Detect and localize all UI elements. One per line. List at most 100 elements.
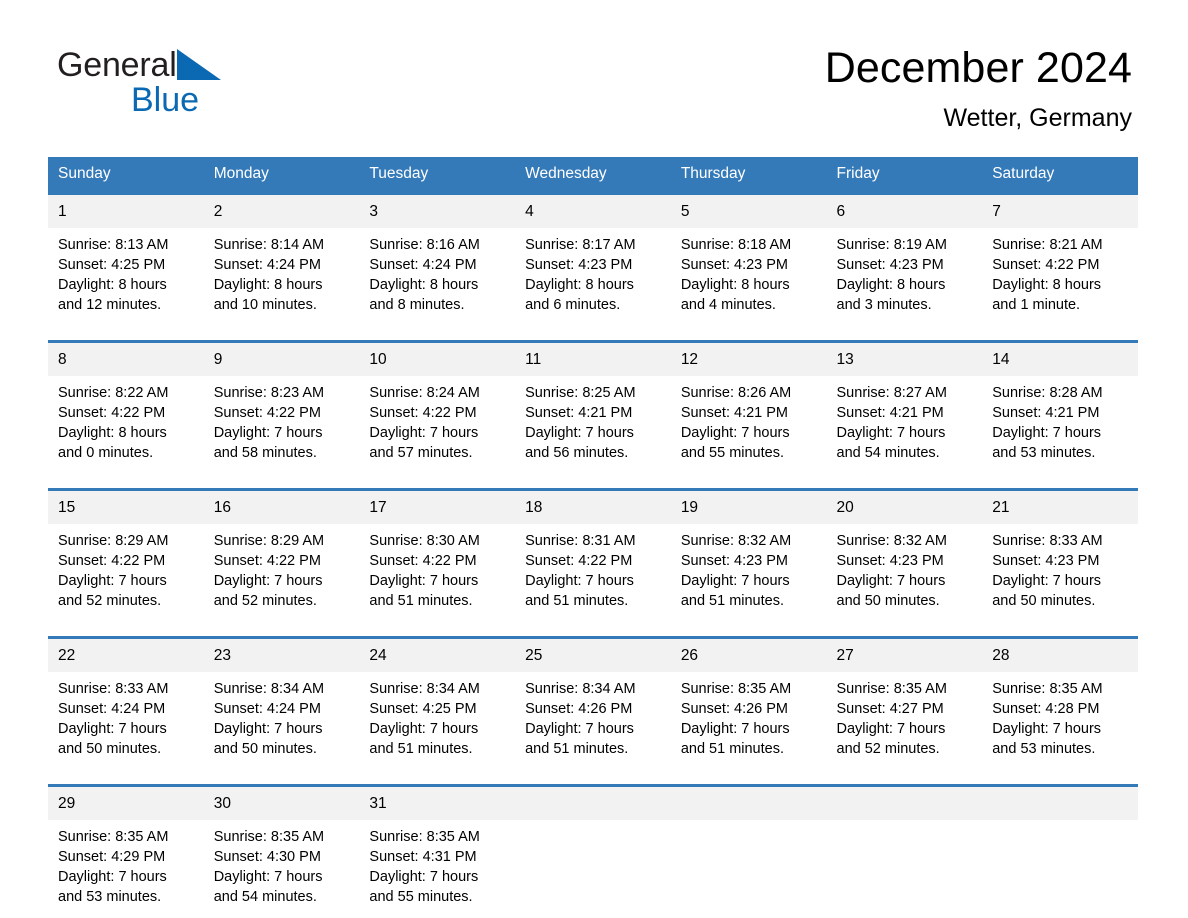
sunrise-text: Sunrise: 8:16 AM [369, 237, 480, 253]
weekday-header-wednesday: Wednesday [515, 157, 671, 194]
day-cell-empty [982, 784, 1138, 913]
day-cell[interactable]: 14 Sunrise: 8:28 AM Sunset: 4:21 PM Dayl… [982, 340, 1138, 469]
day-number: 11 [515, 343, 671, 376]
daylight-line2: and 56 minutes. [525, 445, 629, 461]
day-number: 18 [515, 491, 671, 524]
sunrise-text: Sunrise: 8:19 AM [836, 237, 947, 253]
day-number: 6 [826, 195, 983, 228]
daylight-line2: and 10 minutes. [213, 297, 317, 313]
day-details: Sunrise: 8:34 AM Sunset: 4:24 PM Dayligh… [204, 672, 360, 765]
day-details: Sunrise: 8:35 AM Sunset: 4:28 PM Dayligh… [982, 672, 1138, 765]
day-cell[interactable]: 9 Sunrise: 8:23 AM Sunset: 4:22 PM Dayli… [203, 340, 360, 469]
day-cell[interactable]: 8 Sunrise: 8:22 AM Sunset: 4:22 PM Dayli… [48, 340, 204, 469]
day-details: Sunrise: 8:34 AM Sunset: 4:26 PM Dayligh… [515, 672, 671, 765]
sunrise-text: Sunrise: 8:29 AM [58, 533, 169, 549]
day-cell[interactable]: 24 Sunrise: 8:34 AM Sunset: 4:25 PM Dayl… [359, 636, 516, 765]
daylight-line1: Daylight: 7 hours [213, 425, 323, 441]
day-cell[interactable]: 30 Sunrise: 8:35 AM Sunset: 4:30 PM Dayl… [203, 784, 360, 913]
day-cell[interactable]: 29 Sunrise: 8:35 AM Sunset: 4:29 PM Dayl… [48, 784, 204, 913]
sunset-text: Sunset: 4:22 PM [213, 553, 321, 569]
day-cell[interactable]: 12 Sunrise: 8:26 AM Sunset: 4:21 PM Dayl… [670, 340, 827, 469]
day-details: Sunrise: 8:14 AM Sunset: 4:24 PM Dayligh… [204, 228, 360, 321]
day-number: 1 [48, 195, 204, 228]
sunrise-text: Sunrise: 8:33 AM [992, 533, 1103, 549]
day-details: Sunrise: 8:21 AM Sunset: 4:22 PM Dayligh… [982, 228, 1138, 321]
sunrise-text: Sunrise: 8:34 AM [369, 681, 480, 697]
daylight-line1: Daylight: 7 hours [992, 425, 1102, 441]
daylight-line2: and 52 minutes. [836, 741, 940, 757]
day-cell[interactable]: 19 Sunrise: 8:32 AM Sunset: 4:23 PM Dayl… [670, 488, 827, 617]
sunset-text: Sunset: 4:25 PM [369, 701, 477, 717]
day-number: 3 [359, 195, 516, 228]
daylight-line1: Daylight: 7 hours [680, 425, 790, 441]
day-cell[interactable]: 4 Sunrise: 8:17 AM Sunset: 4:23 PM Dayli… [515, 192, 671, 321]
daylight-line2: and 8 minutes. [369, 297, 465, 313]
day-cell-empty [515, 784, 671, 913]
daylight-line1: Daylight: 7 hours [213, 721, 323, 737]
weekday-header-thursday: Thursday [670, 157, 827, 194]
sunset-text: Sunset: 4:21 PM [680, 405, 789, 421]
day-cell[interactable]: 27 Sunrise: 8:35 AM Sunset: 4:27 PM Dayl… [826, 636, 983, 765]
day-cell[interactable]: 3 Sunrise: 8:16 AM Sunset: 4:24 PM Dayli… [359, 192, 516, 321]
day-cell[interactable]: 5 Sunrise: 8:18 AM Sunset: 4:23 PM Dayli… [670, 192, 827, 321]
daylight-line2: and 51 minutes. [680, 593, 784, 609]
day-number: 26 [670, 639, 827, 672]
day-cell[interactable]: 17 Sunrise: 8:30 AM Sunset: 4:22 PM Dayl… [359, 488, 516, 617]
day-number: 7 [982, 195, 1138, 228]
sunrise-text: Sunrise: 8:35 AM [836, 681, 947, 697]
day-cell[interactable]: 15 Sunrise: 8:29 AM Sunset: 4:22 PM Dayl… [48, 488, 204, 617]
sunset-text: Sunset: 4:26 PM [525, 701, 633, 717]
day-cell[interactable]: 22 Sunrise: 8:33 AM Sunset: 4:24 PM Dayl… [48, 636, 204, 765]
day-cell[interactable]: 23 Sunrise: 8:34 AM Sunset: 4:24 PM Dayl… [203, 636, 360, 765]
daylight-line2: and 53 minutes. [992, 445, 1096, 461]
sunrise-sunset-calendar-table: Sunday Monday Tuesday Wednesday Thursday… [48, 157, 1138, 913]
page-header: General Blue December 2024 Wetter, Germa… [0, 0, 1188, 132]
day-details: Sunrise: 8:18 AM Sunset: 4:23 PM Dayligh… [671, 228, 827, 321]
day-cell[interactable]: 16 Sunrise: 8:29 AM Sunset: 4:22 PM Dayl… [203, 488, 360, 617]
day-number: 16 [203, 491, 360, 524]
daylight-line2: and 51 minutes. [525, 593, 629, 609]
day-cell[interactable]: 18 Sunrise: 8:31 AM Sunset: 4:22 PM Dayl… [515, 488, 671, 617]
sunset-text: Sunset: 4:29 PM [58, 849, 166, 865]
day-cell[interactable]: 7 Sunrise: 8:21 AM Sunset: 4:22 PM Dayli… [982, 192, 1138, 321]
week-spacer [48, 321, 1138, 342]
day-cell[interactable]: 26 Sunrise: 8:35 AM Sunset: 4:26 PM Dayl… [670, 636, 827, 765]
sunset-text: Sunset: 4:24 PM [58, 701, 166, 717]
sunrise-text: Sunrise: 8:34 AM [525, 681, 636, 697]
daylight-line1: Daylight: 7 hours [680, 721, 790, 737]
page-title: December 2024 [824, 44, 1132, 92]
day-cell[interactable]: 6 Sunrise: 8:19 AM Sunset: 4:23 PM Dayli… [826, 192, 983, 321]
sunset-text: Sunset: 4:23 PM [836, 257, 944, 273]
day-cell[interactable]: 31 Sunrise: 8:35 AM Sunset: 4:31 PM Dayl… [359, 784, 516, 913]
sunrise-text: Sunrise: 8:33 AM [58, 681, 169, 697]
day-cell[interactable]: 11 Sunrise: 8:25 AM Sunset: 4:21 PM Dayl… [515, 340, 671, 469]
sunset-text: Sunset: 4:22 PM [213, 405, 321, 421]
day-number: 19 [670, 491, 827, 524]
day-details: Sunrise: 8:32 AM Sunset: 4:23 PM Dayligh… [827, 524, 983, 617]
week-spacer [48, 469, 1138, 490]
day-number [982, 787, 1138, 820]
daylight-line2: and 50 minutes. [992, 593, 1096, 609]
daylight-line1: Daylight: 8 hours [992, 277, 1102, 293]
day-cell[interactable]: 28 Sunrise: 8:35 AM Sunset: 4:28 PM Dayl… [982, 636, 1138, 765]
daylight-line2: and 3 minutes. [836, 297, 932, 313]
calendar-header-row: Sunday Monday Tuesday Wednesday Thursday… [48, 157, 1138, 194]
day-details: Sunrise: 8:33 AM Sunset: 4:23 PM Dayligh… [982, 524, 1138, 617]
weekday-header-friday: Friday [826, 157, 983, 194]
day-number: 29 [48, 787, 204, 820]
day-cell[interactable]: 21 Sunrise: 8:33 AM Sunset: 4:23 PM Dayl… [982, 488, 1138, 617]
sunrise-text: Sunrise: 8:27 AM [836, 385, 947, 401]
daylight-line2: and 50 minutes. [213, 741, 317, 757]
sunrise-text: Sunrise: 8:14 AM [213, 237, 325, 253]
daylight-line1: Daylight: 7 hours [992, 573, 1102, 589]
daylight-line1: Daylight: 7 hours [525, 721, 634, 737]
day-cell[interactable]: 20 Sunrise: 8:32 AM Sunset: 4:23 PM Dayl… [826, 488, 983, 617]
day-cell[interactable]: 1 Sunrise: 8:13 AM Sunset: 4:25 PM Dayli… [48, 192, 204, 321]
calendar-week-row: 22 Sunrise: 8:33 AM Sunset: 4:24 PM Dayl… [48, 636, 1138, 765]
calendar-page: General Blue December 2024 Wetter, Germa… [0, 0, 1188, 918]
day-cell[interactable]: 10 Sunrise: 8:24 AM Sunset: 4:22 PM Dayl… [359, 340, 516, 469]
day-cell[interactable]: 13 Sunrise: 8:27 AM Sunset: 4:21 PM Dayl… [826, 340, 983, 469]
day-cell[interactable]: 25 Sunrise: 8:34 AM Sunset: 4:26 PM Dayl… [515, 636, 671, 765]
day-cell[interactable]: 2 Sunrise: 8:14 AM Sunset: 4:24 PM Dayli… [203, 192, 360, 321]
generalblue-logo[interactable]: General Blue [57, 48, 287, 120]
